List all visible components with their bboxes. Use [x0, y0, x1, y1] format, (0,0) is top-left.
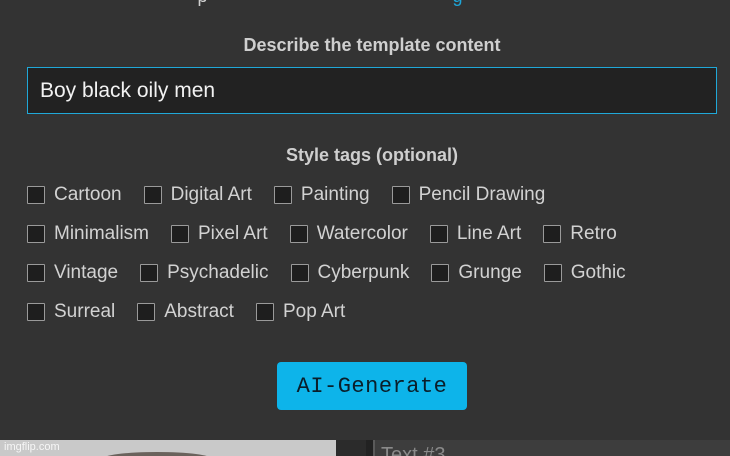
style-tag-psychadelic[interactable]: Psychadelic: [140, 262, 269, 284]
style-tag-minimalism[interactable]: Minimalism: [27, 223, 149, 245]
style-tag-label: Vintage: [54, 262, 119, 283]
style-tag-checkbox[interactable]: [137, 303, 156, 321]
style-tag-label: Digital Art: [170, 184, 252, 205]
style-tag-checkbox[interactable]: [429, 225, 448, 243]
style-tag-checkbox[interactable]: [143, 186, 162, 204]
header-cut-text: p: [197, 0, 207, 6]
style-tag-row: Surreal Abstract Pop Art: [27, 300, 367, 324]
text-box-3-placeholder: Text #3: [381, 444, 446, 456]
header-cut-link[interactable]: g: [453, 0, 463, 6]
style-tag-checkbox[interactable]: [273, 186, 292, 204]
style-tag-label: Gothic: [570, 262, 626, 283]
thumbnail-image-shape: [102, 452, 212, 456]
style-tag-checkbox[interactable]: [27, 225, 45, 243]
style-tag-label: Pop Art: [282, 301, 346, 322]
style-tag-label: Abstract: [164, 301, 234, 322]
style-tag-pencil-drawing[interactable]: Pencil Drawing: [391, 184, 546, 206]
style-tag-checkbox[interactable]: [27, 303, 45, 321]
style-tag-watercolor[interactable]: Watercolor: [289, 223, 408, 245]
style-tag-gothic[interactable]: Gothic: [543, 262, 626, 284]
style-tag-pop-art[interactable]: Pop Art: [255, 301, 346, 323]
style-tag-label: Grunge: [458, 262, 522, 283]
style-tag-checkbox[interactable]: [391, 186, 410, 204]
style-tag-checkbox[interactable]: [171, 225, 189, 243]
style-tag-label: Line Art: [456, 223, 522, 244]
style-tag-vintage[interactable]: Vintage: [27, 262, 118, 284]
imgflip-watermark: imgflip.com: [4, 441, 60, 453]
style-tag-checkbox[interactable]: [27, 264, 45, 282]
style-tag-painting[interactable]: Painting: [273, 184, 370, 206]
style-tag-pixel-art[interactable]: Pixel Art: [171, 223, 268, 245]
style-tag-label: Watercolor: [316, 223, 408, 244]
style-tag-checkbox[interactable]: [290, 264, 309, 282]
style-tag-surreal[interactable]: Surreal: [27, 301, 115, 323]
text-box-3[interactable]: Text #3: [373, 440, 730, 456]
style-tag-label: Pixel Art: [198, 223, 268, 244]
style-tag-checkbox[interactable]: [289, 225, 308, 243]
style-tag-checkbox[interactable]: [255, 303, 274, 321]
style-tag-cartoon[interactable]: Cartoon: [27, 184, 122, 206]
bottom-divider: [336, 440, 366, 456]
style-tag-grunge[interactable]: Grunge: [431, 262, 522, 284]
style-tag-checkbox[interactable]: [431, 264, 450, 282]
style-tag-line-art[interactable]: Line Art: [429, 223, 522, 245]
style-tags-title: Style tags (optional): [285, 145, 458, 165]
ai-generate-button[interactable]: AI-Generate: [277, 362, 467, 410]
style-tag-cyberpunk[interactable]: Cyberpunk: [290, 262, 410, 284]
style-tag-label: Cyberpunk: [317, 262, 410, 283]
style-tag-checkbox[interactable]: [543, 264, 562, 282]
style-tag-row: Cartoon Digital Art Painting Pencil Drawing: [27, 183, 567, 207]
description-title: Describe the template content: [243, 35, 501, 55]
style-tag-checkbox[interactable]: [140, 264, 159, 282]
style-tag-label: Retro: [570, 223, 617, 244]
cut-off-header-text: p g: [0, 0, 730, 7]
style-tag-retro[interactable]: Retro: [543, 223, 617, 245]
description-input[interactable]: [27, 67, 717, 114]
style-tag-checkbox[interactable]: [27, 186, 45, 204]
ai-template-panel: p g Describe the template content Style …: [0, 0, 730, 440]
style-tag-label: Painting: [300, 184, 370, 205]
style-tag-label: Minimalism: [54, 223, 149, 244]
style-tag-label: Surreal: [54, 301, 116, 322]
style-tag-row: Minimalism Pixel Art Watercolor Line Art Ret…: [27, 222, 639, 246]
style-tag-label: Psychadelic: [167, 262, 269, 283]
style-tag-checkbox[interactable]: [543, 225, 562, 243]
style-tag-label: Cartoon: [54, 184, 122, 205]
style-tag-row: Vintage Psychadelic Cyberpunk Grunge Gothic: [27, 261, 648, 285]
style-tag-label: Pencil Drawing: [418, 184, 546, 205]
style-tag-abstract[interactable]: Abstract: [137, 301, 234, 323]
style-tag-digital-art[interactable]: Digital Art: [143, 184, 252, 206]
